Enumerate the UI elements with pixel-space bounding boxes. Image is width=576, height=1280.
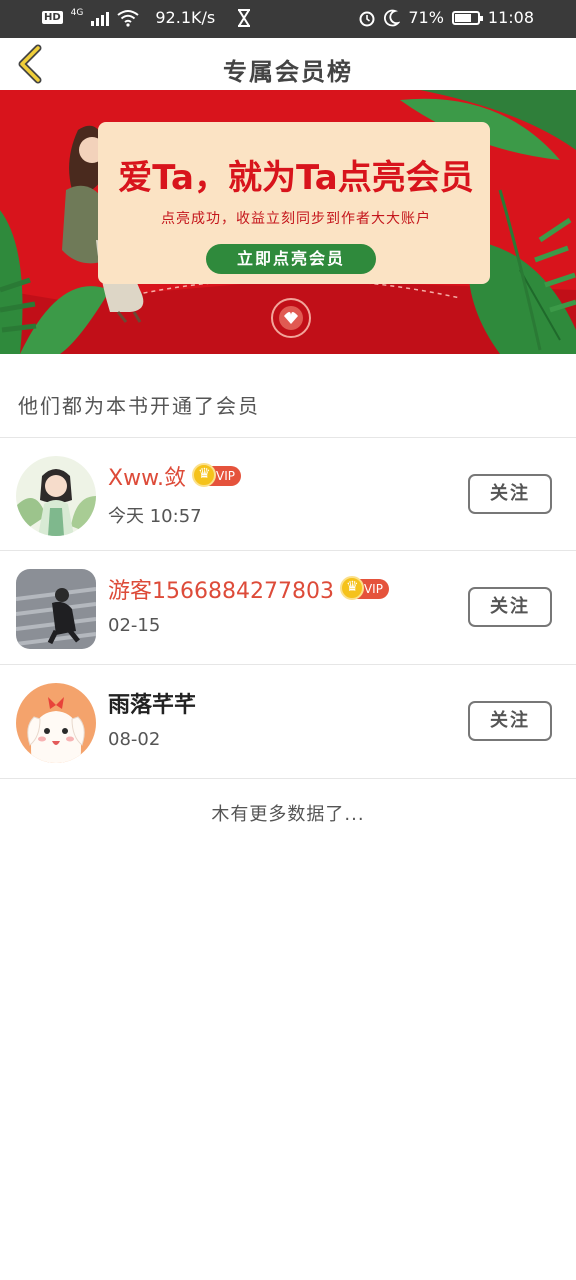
avatar[interactable] [16,683,96,763]
network-label: 4G [70,8,84,18]
hd-icon: HD [42,11,63,24]
member-row[interactable]: 雨落芊芊 08-02 关注 [0,665,576,777]
avatar[interactable] [16,456,96,536]
section-title: 他们都为本书开通了会员 [18,394,260,418]
vip-label: VIP [216,469,236,483]
alarm-icon [359,11,375,26]
battery-icon [451,10,483,25]
status-left: HD 4G 92.1K/s [42,8,251,27]
member-row[interactable]: 游客1566884277803 VIP 02-15 关注 [0,551,576,663]
hourglass-icon [238,8,251,27]
moon-icon [384,9,401,26]
avatar-cartoon-icon [16,683,96,763]
divider [0,778,576,779]
no-more-data-text: 木有更多数据了... [211,804,365,825]
follow-button[interactable]: 关注 [468,587,552,627]
member-name[interactable]: 游客1566884277803 [108,573,334,605]
follow-button[interactable]: 关注 [468,701,552,741]
avatar-photo-icon [16,569,96,649]
vip-badge: VIP [339,576,389,600]
follow-button[interactable]: 关注 [468,474,552,514]
member-date: 今天 10:57 [108,506,202,527]
network-speed: 92.1K/s [155,8,216,27]
status-right: 71% 11:08 [358,8,534,27]
avatar[interactable] [16,569,96,649]
wifi-icon [117,9,139,27]
vip-badge: VIP [192,463,242,487]
crown-icon [339,576,364,600]
signal-icon [91,10,110,26]
member-name-line: Xww.敛 VIP [108,460,242,492]
member-name[interactable]: Xww.敛 [108,460,186,492]
status-bar: HD 4G 92.1K/s 71% 11:08 [0,0,576,38]
crown-icon [192,463,217,487]
avatar-illustration-icon [16,456,96,536]
member-row[interactable]: Xww.敛 VIP 今天 10:57 关注 [0,438,576,550]
page-title: 专属会员榜 [223,58,353,86]
banner-subtitle: 点亮成功，收益立刻同步到作者大大账户 [161,211,431,227]
activate-vip-button[interactable]: 立即点亮会员 [206,244,376,274]
member-date: 08-02 [108,729,161,750]
clock: 11:08 [487,8,534,27]
vip-label: VIP [363,582,383,596]
battery-percent: 71% [408,8,444,27]
battery-level [454,13,471,22]
banner-headline: 爱Ta，就为Ta点亮会员 [118,158,474,198]
member-name-line: 游客1566884277803 VIP [108,573,389,605]
member-date: 02-15 [108,615,161,636]
vip-promo-banner[interactable]: 爱Ta，就为Ta点亮会员 点亮成功，收益立刻同步到作者大大账户 立即点亮会员 [0,90,576,354]
member-name[interactable]: 雨落芊芊 [108,687,196,719]
header: 专属会员榜 [0,38,576,90]
member-name-line: 雨落芊芊 [108,687,196,719]
